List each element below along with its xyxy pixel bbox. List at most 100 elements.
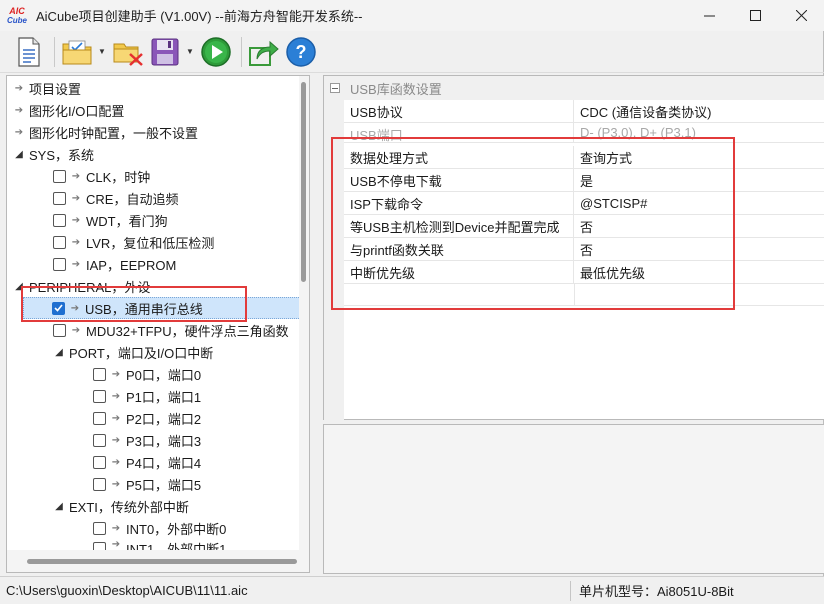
tree-item-cre[interactable]: ➔ CRE，自动追频 <box>53 187 178 209</box>
property-value[interactable]: 否 <box>574 238 593 260</box>
property-row[interactable]: ISP下载命令 @STCISP# <box>344 192 836 215</box>
tree-group-exti[interactable]: ◢ EXTI，传统外部中断 <box>53 495 189 517</box>
checkbox[interactable] <box>93 389 106 403</box>
collapse-arrow-icon[interactable]: ◢ <box>13 149 25 160</box>
new-project-button[interactable] <box>12 35 46 69</box>
checkbox[interactable] <box>93 367 106 381</box>
save-project-button[interactable] <box>148 35 182 69</box>
arrow-right-icon: ➔ <box>111 390 121 402</box>
property-row[interactable]: 中断优先级 最低优先级 <box>344 261 836 284</box>
scrollbar-thumb[interactable] <box>27 559 297 564</box>
tree-item-p0[interactable]: ➔ P0口，端口0 <box>93 363 201 385</box>
description-panel <box>323 424 836 574</box>
toolbar-separator <box>54 36 55 67</box>
property-row[interactable]: 与printf函数关联 否 <box>344 238 836 261</box>
property-value[interactable]: 最低优先级 <box>574 261 645 283</box>
app-logo: AIC Cube <box>6 5 28 27</box>
property-value[interactable]: 否 <box>574 215 593 237</box>
tree-item-clock-config[interactable]: ➔ 图形化时钟配置，一般不设置 <box>7 121 198 143</box>
property-key: ISP下载命令 <box>344 192 574 214</box>
tree-item-p4[interactable]: ➔ P4口，端口4 <box>93 451 201 473</box>
checkbox[interactable] <box>53 257 66 271</box>
tree-group-port[interactable]: ◢ PORT，端口及I/O口中断 <box>53 341 213 363</box>
tree-item-clk[interactable]: ➔ CLK，时钟 <box>53 165 150 187</box>
checkbox[interactable] <box>93 411 106 425</box>
tree-group-sys[interactable]: ◢ SYS，系统 <box>7 143 94 165</box>
checkbox[interactable] <box>53 213 66 227</box>
tree-item-label: P2口，端口2 <box>126 411 202 427</box>
checkbox[interactable] <box>93 433 106 447</box>
property-value[interactable]: 查询方式 <box>574 146 632 168</box>
config-tree[interactable]: ➔ 项目设置 ➔ 图形化I/O口配置 ➔ 图形化时钟配置，一般不设置 ◢ SYS… <box>6 75 310 573</box>
property-value[interactable]: @STCISP# <box>574 192 647 214</box>
tree-item-int0[interactable]: ➔ INT0，外部中断0 <box>93 517 226 539</box>
generate-button[interactable] <box>199 35 233 69</box>
checkbox[interactable] <box>93 455 106 469</box>
checkbox[interactable] <box>53 169 66 183</box>
property-key: 与printf函数关联 <box>344 238 574 260</box>
property-row[interactable]: USB不停电下载 是 <box>344 169 836 192</box>
property-section-header[interactable]: USB库函数设置 <box>324 76 835 100</box>
property-row-disabled: USB端口 D- (P3.0), D+ (P3.1) <box>344 123 836 143</box>
delete-folder-icon <box>113 43 143 66</box>
property-key: 数据处理方式 <box>344 146 574 168</box>
property-row[interactable]: USB协议 CDC (通信设备类协议) <box>344 100 836 123</box>
collapse-arrow-icon[interactable]: ◢ <box>53 501 65 512</box>
arrow-right-icon: ➔ <box>111 522 121 534</box>
checkbox[interactable] <box>53 191 66 205</box>
property-value[interactable]: CDC (通信设备类协议) <box>574 100 711 122</box>
logo-text-top: AIC <box>9 5 25 16</box>
tree-item-io-config[interactable]: ➔ 图形化I/O口配置 <box>7 99 125 121</box>
checkbox-checked[interactable] <box>52 301 65 315</box>
tree-group-peripheral[interactable]: ◢ PERIPHERAL，外设 <box>7 275 150 297</box>
close-project-button[interactable] <box>111 35 145 69</box>
checkbox[interactable] <box>93 477 106 491</box>
tree-item-project-settings[interactable]: ➔ 项目设置 <box>7 77 81 99</box>
tree-item-iap[interactable]: ➔ IAP，EEPROM <box>53 253 176 275</box>
close-button[interactable] <box>778 0 824 31</box>
open-project-button[interactable] <box>60 35 94 69</box>
tree-item-label: 图形化I/O口配置 <box>29 103 125 119</box>
checkbox[interactable] <box>53 323 66 337</box>
tree-horizontal-scrollbar[interactable] <box>7 550 309 572</box>
tree-vertical-scrollbar[interactable] <box>299 76 309 550</box>
minimize-button[interactable] <box>686 0 732 31</box>
tree-item-label: CRE，自动追频 <box>86 191 179 207</box>
run-play-icon <box>201 36 231 67</box>
checkbox[interactable] <box>93 521 106 535</box>
background-window-edge <box>824 0 836 604</box>
checkbox[interactable] <box>53 235 66 249</box>
tree-item-lvr[interactable]: ➔ LVR，复位和低压检测 <box>53 231 214 253</box>
export-button[interactable] <box>247 35 281 69</box>
tree-item-mdu32[interactable]: ➔ MDU32+TFPU，硬件浮点三角函数 <box>53 319 289 341</box>
collapse-arrow-icon[interactable]: ◢ <box>13 281 25 292</box>
scrollbar-thumb[interactable] <box>301 82 306 282</box>
tree-item-p1[interactable]: ➔ P1口，端口1 <box>93 385 201 407</box>
property-key: USB协议 <box>344 100 574 122</box>
tree-item-p3[interactable]: ➔ P3口，端口3 <box>93 429 201 451</box>
column-divider <box>574 284 575 306</box>
collapse-arrow-icon[interactable]: ◢ <box>53 347 65 358</box>
help-button[interactable]: ? <box>284 35 318 69</box>
arrow-right-icon: ➔ <box>111 539 121 550</box>
maximize-button[interactable] <box>732 0 778 31</box>
property-gutter <box>324 100 344 420</box>
property-row[interactable]: 数据处理方式 查询方式 <box>344 146 836 169</box>
property-key: USB端口 <box>344 123 574 142</box>
tree-item-p2[interactable]: ➔ P2口，端口2 <box>93 407 201 429</box>
tree-item-label: P1口，端口1 <box>126 389 202 405</box>
property-row[interactable]: 等USB主机检测到Device并配置完成 否 <box>344 215 836 238</box>
property-grid[interactable]: USB库函数设置 USB协议 CDC (通信设备类协议) USB端口 D- (P… <box>323 75 836 420</box>
collapse-minus-icon[interactable] <box>330 83 340 93</box>
property-value[interactable]: 是 <box>574 169 593 191</box>
tree-item-wdt[interactable]: ➔ WDT，看门狗 <box>53 209 168 231</box>
arrow-right-icon: ➔ <box>111 368 121 380</box>
save-dropdown-button[interactable]: ▼ <box>185 35 195 69</box>
save-disk-icon <box>151 38 179 65</box>
property-value: D- (P3.0), D+ (P3.1) <box>580 125 696 140</box>
tree-item-label: PERIPHERAL，外设 <box>29 279 151 295</box>
open-dropdown-button[interactable]: ▼ <box>97 35 107 69</box>
tree-item-p5[interactable]: ➔ P5口，端口5 <box>93 473 201 495</box>
tree-item-label: WDT，看门狗 <box>86 213 168 229</box>
tree-item-usb[interactable]: ➔ USB，通用串行总线 <box>23 297 301 319</box>
